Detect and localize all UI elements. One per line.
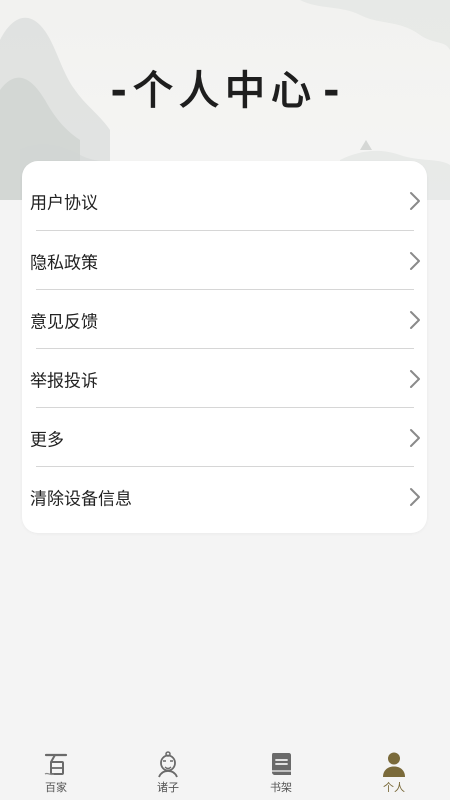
tab-personal[interactable]: 个人 (338, 744, 450, 800)
tab-baijia[interactable]: 百家 (0, 744, 112, 800)
menu-item-label: 用户协议 (30, 193, 98, 213)
chevron-right-icon (410, 310, 420, 329)
menu-item-feedback[interactable]: 意见反馈 (22, 290, 427, 349)
tab-label: 书架 (270, 781, 292, 794)
chevron-right-icon (410, 487, 420, 506)
tab-label: 诸子 (157, 781, 179, 794)
bottom-tab-bar: 百家 诸子 书架 个人 (0, 744, 450, 800)
menu-item-label: 隐私政策 (30, 253, 98, 273)
chevron-right-icon (410, 428, 420, 447)
title-dash-right: - (323, 68, 340, 114)
tab-label: 百家 (45, 781, 67, 794)
chevron-right-icon (410, 191, 420, 210)
baijia-icon (44, 753, 68, 776)
person-icon (383, 752, 405, 777)
chevron-right-icon (410, 251, 420, 270)
page-title-text: 个人中心 (133, 68, 317, 114)
menu-item-label: 清除设备信息 (30, 489, 132, 509)
page-title: - 个人中心 - (0, 58, 450, 116)
tab-zhuzi[interactable]: 诸子 (112, 744, 224, 800)
book-icon (272, 753, 291, 775)
menu-item-label: 举报投诉 (30, 371, 98, 391)
menu-item-privacy-policy[interactable]: 隐私政策 (22, 231, 427, 290)
menu-item-more[interactable]: 更多 (22, 408, 427, 467)
scholar-icon (158, 751, 178, 778)
chevron-right-icon (410, 369, 420, 388)
tab-label: 个人 (383, 781, 405, 794)
menu-item-report[interactable]: 举报投诉 (22, 349, 427, 408)
tab-bookshelf[interactable]: 书架 (225, 744, 337, 800)
menu-item-label: 意见反馈 (30, 312, 98, 332)
menu-item-user-agreement[interactable]: 用户协议 (22, 171, 427, 230)
menu-card: 用户协议 隐私政策 意见反馈 举报投诉 更多 清除设备信息 (22, 161, 427, 533)
menu-item-label: 更多 (30, 430, 64, 450)
menu-item-clear-device-info[interactable]: 清除设备信息 (22, 467, 427, 526)
title-dash-left: - (110, 68, 127, 114)
